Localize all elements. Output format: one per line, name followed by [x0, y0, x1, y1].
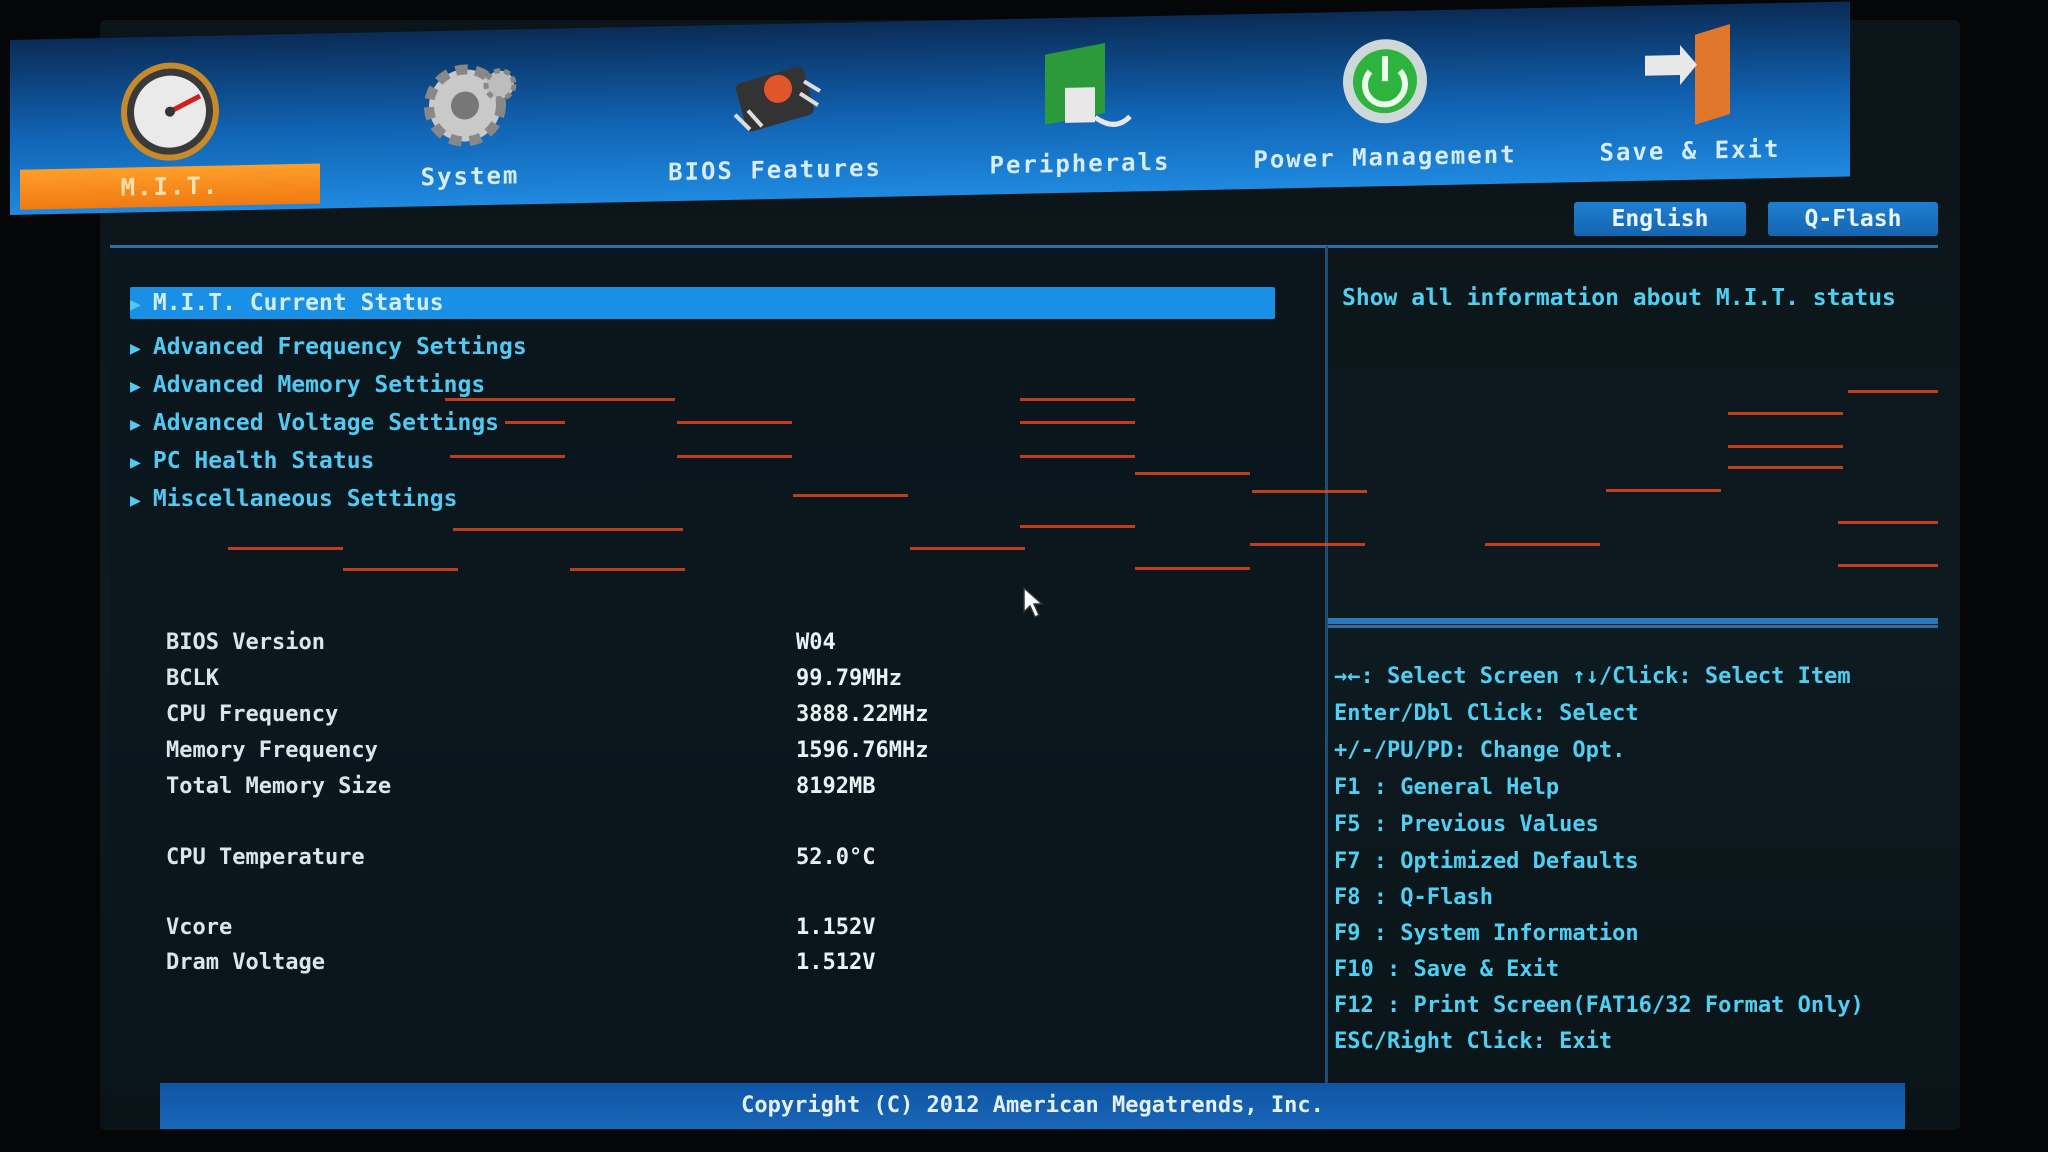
key-hint: F9 : System Information [1334, 921, 1639, 946]
menu-item-pc-health[interactable]: ▶ PC Health Status [130, 445, 374, 477]
tab-label: Save & Exit [1599, 134, 1781, 167]
exit-door-icon [1645, 23, 1730, 125]
menu-item-label: Advanced Memory Settings [152, 372, 486, 398]
menu-item-label: Advanced Frequency Settings [152, 334, 527, 360]
info-label-cpu-temperature: CPU Temperature [166, 845, 365, 870]
gear-icon [424, 64, 517, 147]
arrow-right-icon: ▶ [130, 338, 141, 359]
info-value-bclk: 99.79MHz [796, 666, 902, 691]
arrow-right-icon: ▶ [130, 376, 141, 397]
key-hint: F10 : Save & Exit [1334, 957, 1560, 982]
info-value-memory-frequency: 1596.76MHz [796, 738, 929, 763]
card-icon [1045, 42, 1132, 127]
key-hint: ESC/Right Click: Exit [1334, 1029, 1613, 1054]
key-hint: F12 : Print Screen(FAT16/32 Format Only) [1334, 993, 1864, 1018]
qflash-button[interactable]: Q-Flash [1768, 202, 1938, 236]
info-value-total-memory: 8192MB [796, 774, 876, 799]
key-hint: F7 : Optimized Defaults [1334, 849, 1639, 874]
info-value-cpu-temperature: 52.0°C [796, 845, 876, 870]
mouse-cursor-icon [1023, 586, 1044, 619]
info-label-total-memory: Total Memory Size [166, 774, 392, 799]
info-value-dram-voltage: 1.512V [796, 950, 876, 975]
info-label-memory-frequency: Memory Frequency [166, 738, 378, 763]
key-hint: F5 : Previous Values [1334, 812, 1599, 837]
menu-item-label: Miscellaneous Settings [152, 486, 458, 512]
tab-label: Power Management [1253, 140, 1517, 174]
info-value-bios-version: W04 [796, 630, 836, 655]
tab-label: BIOS Features [668, 153, 882, 187]
tab-system[interactable]: System [320, 27, 620, 208]
arrow-right-icon: ▶ [130, 294, 141, 315]
menu-item-label: Advanced Voltage Settings [152, 410, 500, 436]
tab-power-management[interactable]: Power Management [1235, 8, 1535, 189]
tab-label: System [420, 161, 520, 192]
tab-mit[interactable]: M.I.T. [20, 34, 320, 215]
tab-peripherals[interactable]: Peripherals [930, 14, 1230, 195]
info-value-cpu-frequency: 3888.22MHz [796, 702, 929, 727]
info-label-dram-voltage: Dram Voltage [166, 950, 325, 975]
menu-item-advanced-memory[interactable]: ▶ Advanced Memory Settings [130, 369, 485, 401]
arrow-right-icon: ▶ [130, 414, 141, 435]
help-description: Show all information about M.I.T. status [1342, 285, 1896, 311]
info-label-cpu-frequency: CPU Frequency [166, 702, 339, 727]
key-hint: F1 : General Help [1334, 775, 1560, 800]
tab-label: M.I.T. [20, 163, 320, 210]
arrow-right-icon: ▶ [130, 490, 141, 511]
menu-item-advanced-voltage[interactable]: ▶ Advanced Voltage Settings [130, 407, 499, 439]
info-label-bclk: BCLK [166, 666, 219, 691]
tab-save-exit[interactable]: Save & Exit [1540, 2, 1840, 183]
info-label-bios-version: BIOS Version [166, 630, 325, 655]
menu-item-label: M.I.T. Current Status [152, 290, 444, 316]
menu-item-advanced-frequency[interactable]: ▶ Advanced Frequency Settings [130, 331, 527, 363]
chip-icon [733, 66, 822, 132]
info-value-vcore: 1.152V [796, 915, 876, 940]
menu-item-miscellaneous[interactable]: ▶ Miscellaneous Settings [130, 483, 457, 515]
info-label-vcore: Vcore [166, 915, 233, 940]
tab-label: Peripherals [989, 147, 1171, 180]
menu-item-mit-current-status[interactable]: ▶ M.I.T. Current Status [130, 287, 1275, 319]
key-hint: Enter/Dbl Click: Select [1334, 701, 1639, 726]
language-button[interactable]: English [1574, 202, 1746, 236]
tab-bios-features[interactable]: BIOS Features [625, 21, 925, 202]
speedometer-icon [121, 62, 219, 161]
key-hint: +/-/PU/PD: Change Opt. [1334, 738, 1626, 763]
arrow-right-icon: ▶ [130, 452, 141, 473]
menu-item-label: PC Health Status [152, 448, 375, 474]
key-hint: F8 : Q-Flash [1334, 885, 1493, 910]
key-hint: →←: Select Screen ↑↓/Click: Select Item [1334, 664, 1851, 689]
copyright-footer: Copyright (C) 2012 American Megatrends, … [160, 1083, 1905, 1129]
power-icon [1343, 39, 1427, 124]
